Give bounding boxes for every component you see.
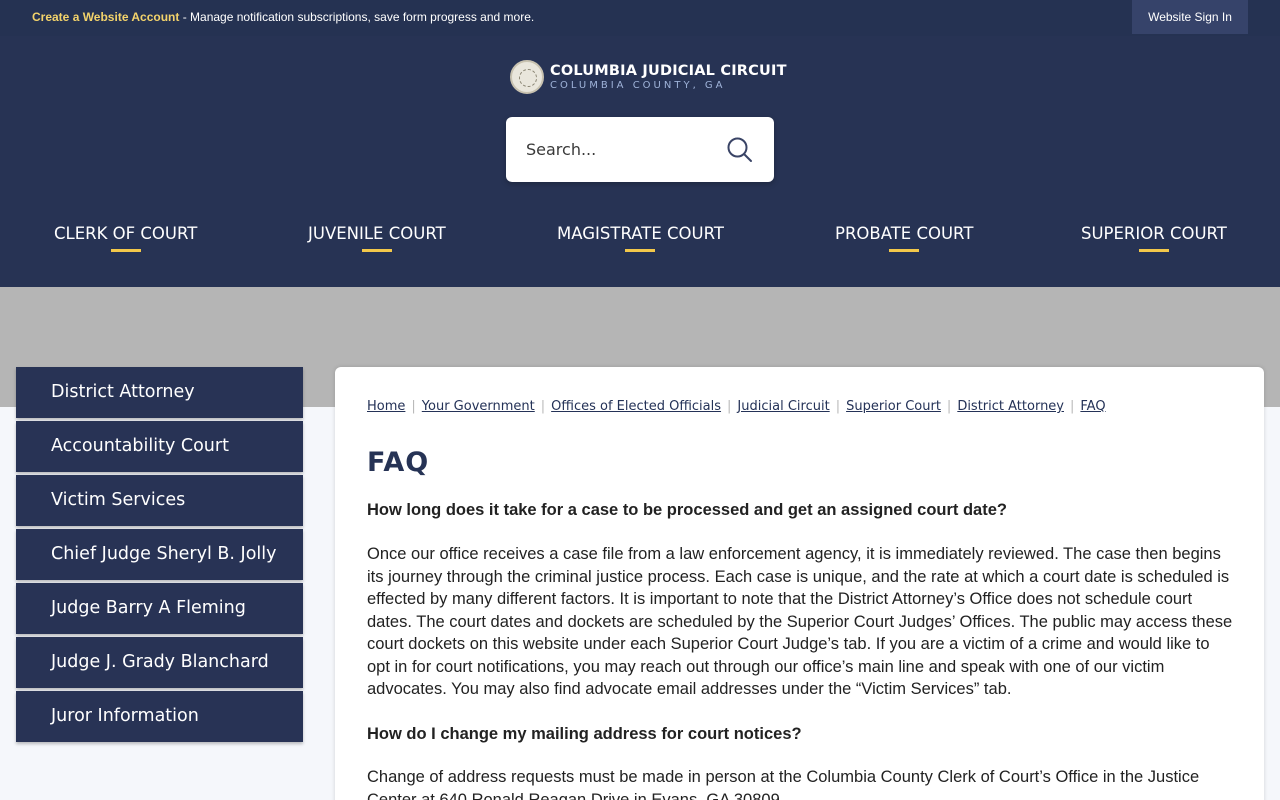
account-message-text: - Manage notification subscriptions, sav… — [179, 10, 535, 24]
nav-underline — [625, 249, 656, 252]
logo-title: COLUMBIA JUDICIAL CIRCUIT — [550, 62, 787, 79]
breadcrumb: Home | Your Government | Offices of Elected … — [367, 399, 1106, 414]
sidebar-item-judge-fleming[interactable]: Judge Barry A Fleming — [16, 583, 303, 634]
breadcrumb-separator: | — [835, 399, 841, 414]
breadcrumb-district-attorney[interactable]: District Attorney — [957, 399, 1064, 414]
site-logo[interactable]: COLUMBIA JUDICIAL CIRCUIT COLUMBIA COUNT… — [510, 60, 787, 94]
main-nav: CLERK OF COURT JUVENILE COURT MAGISTRATE… — [0, 224, 1280, 264]
county-seal-icon — [510, 60, 544, 94]
breadcrumb-separator: | — [1070, 399, 1075, 414]
breadcrumb-separator: | — [540, 399, 546, 414]
breadcrumb-separator: | — [411, 399, 416, 414]
nav-label: CLERK OF COURT — [54, 224, 198, 243]
breadcrumb-offices[interactable]: Offices of Elected Officials — [551, 399, 721, 414]
nav-underline — [361, 249, 392, 252]
website-sign-in-button[interactable]: Website Sign In — [1132, 0, 1248, 34]
sidebar-item-accountability-court[interactable]: Accountability Court — [16, 421, 303, 472]
breadcrumb-superior-court[interactable]: Superior Court — [846, 399, 941, 414]
sidebar-item-chief-judge-jolly[interactable]: Chief Judge Sheryl B. Jolly — [16, 529, 303, 580]
nav-underline — [110, 249, 141, 252]
page-title: FAQ — [367, 447, 430, 478]
breadcrumb-faq[interactable]: FAQ — [1080, 399, 1105, 414]
top-bar: Create a Website Account - Manage notifi… — [0, 0, 1280, 36]
faq-question: How do I change my mailing address for c… — [367, 725, 802, 743]
site-header: COLUMBIA JUDICIAL CIRCUIT COLUMBIA COUNT… — [0, 36, 1280, 287]
create-account-link[interactable]: Create a Website Account — [32, 10, 179, 24]
breadcrumb-home[interactable]: Home — [367, 399, 405, 414]
breadcrumb-your-government[interactable]: Your Government — [422, 399, 535, 414]
main-content: Home | Your Government | Offices of Elected … — [335, 367, 1264, 800]
nav-probate-court[interactable]: PROBATE COURT — [835, 224, 973, 252]
nav-underline — [889, 249, 920, 252]
sidebar-item-judge-blanchard[interactable]: Judge J. Grady Blanchard — [16, 637, 303, 688]
nav-label: PROBATE COURT — [835, 224, 974, 243]
search-box — [506, 117, 774, 182]
breadcrumb-judicial-circuit[interactable]: Judicial Circuit — [737, 399, 829, 414]
faq-item: How do I change my mailing address for c… — [367, 723, 1233, 800]
faq-item: How long does it take for a case to be p… — [367, 499, 1233, 701]
sidebar-item-victim-services[interactable]: Victim Services — [16, 475, 303, 526]
nav-clerk-of-court[interactable]: CLERK OF COURT — [54, 224, 197, 252]
search-input[interactable] — [526, 137, 706, 161]
nav-magistrate-court[interactable]: MAGISTRATE COURT — [557, 224, 724, 252]
nav-juvenile-court[interactable]: JUVENILE COURT — [308, 224, 446, 252]
breadcrumb-separator: | — [946, 399, 952, 414]
logo-text: COLUMBIA JUDICIAL CIRCUIT COLUMBIA COUNT… — [550, 63, 787, 92]
nav-label: JUVENILE COURT — [308, 224, 446, 243]
search-icon[interactable] — [726, 136, 754, 164]
faq-answer: Once our office receives a case file fro… — [367, 545, 1233, 698]
faq-question: How long does it take for a case to be p… — [367, 501, 1007, 519]
sidebar-item-juror-information[interactable]: Juror Information — [16, 691, 303, 742]
breadcrumb-separator: | — [727, 399, 732, 414]
account-message: Create a Website Account - Manage notifi… — [32, 10, 534, 24]
nav-underline — [1138, 249, 1169, 252]
faq-answer: Change of address requests must be made … — [367, 768, 1200, 800]
nav-superior-court[interactable]: SUPERIOR COURT — [1081, 224, 1227, 252]
sidebar-nav: District Attorney Accountability Court V… — [16, 367, 303, 745]
logo-subtitle: COLUMBIA COUNTY, GA — [550, 79, 726, 91]
nav-label: SUPERIOR COURT — [1081, 224, 1227, 243]
sidebar-item-district-attorney[interactable]: District Attorney — [16, 367, 303, 418]
nav-label: MAGISTRATE COURT — [557, 224, 724, 243]
